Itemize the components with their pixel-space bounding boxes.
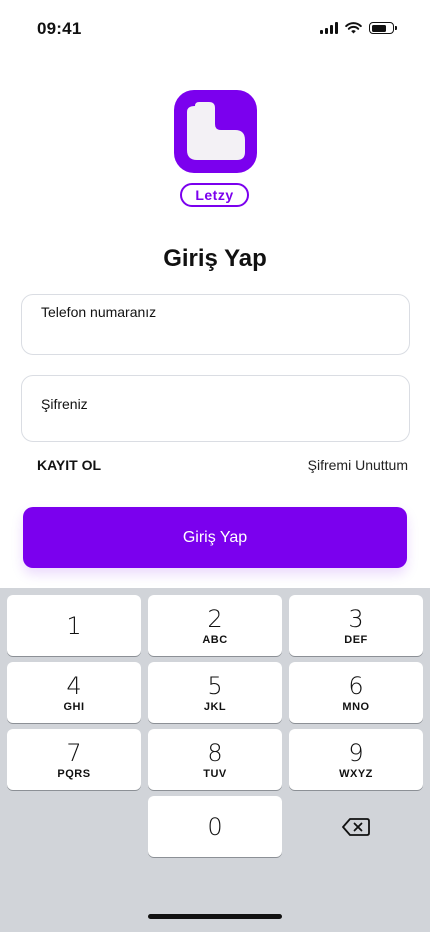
key-9[interactable]: 9 WXYZ [289,729,423,790]
key-letters: GHI [63,700,85,713]
key-digit: 5 [207,671,223,700]
key-letters: TUV [203,767,227,780]
key-letters: JKL [203,700,227,713]
login-button[interactable]: Giriş Yap [23,507,407,568]
key-letters: PQRS [57,767,91,780]
key-digit: 4 [66,671,82,700]
key-digit: 6 [348,671,364,700]
cellular-signal-icon [320,22,338,34]
key-5[interactable]: 5 JKL [148,662,282,723]
key-digit: 7 [66,738,82,767]
key-0[interactable]: 0 [148,796,282,857]
key-digit: 9 [348,738,364,767]
password-input-label: Şifreniz [41,396,88,412]
key-letters: MNO [342,700,370,713]
key-2[interactable]: 2 ABC [148,595,282,656]
key-4[interactable]: 4 GHI [7,662,141,723]
backspace-key[interactable] [289,796,423,857]
logo-glyph-icon [187,102,245,160]
key-1[interactable]: 1 [7,595,141,656]
page-title: Giriş Yap [163,245,267,272]
register-link[interactable]: KAYIT OL [37,457,101,473]
app-logo-icon [174,90,257,173]
numeric-keyboard: 1 2 ABC 3 DEF 4 GHI 5 JKL 6 MNO 7 PQRS 8… [0,588,430,932]
key-letters: DEF [344,633,368,646]
key-digit: 0 [207,812,223,841]
password-input[interactable]: Şifreniz [21,375,410,442]
key-digit: 2 [207,604,223,633]
key-8[interactable]: 8 TUV [148,729,282,790]
key-3[interactable]: 3 DEF [289,595,423,656]
phone-input[interactable]: Telefon numaranız [21,294,410,355]
backspace-icon [342,817,370,836]
key-7[interactable]: 7 PQRS [7,729,141,790]
key-letters: WXYZ [339,767,373,780]
phone-input-label: Telefon numaranız [41,304,157,320]
key-6[interactable]: 6 MNO [289,662,423,723]
home-indicator[interactable] [148,914,282,919]
key-letters: ABC [202,633,228,646]
brand-name: Letzy [180,183,249,207]
auth-links-row: KAYIT OL Şifremi Unuttum [0,457,430,475]
battery-icon [369,22,397,34]
forgot-password-link[interactable]: Şifremi Unuttum [308,457,408,473]
status-bar: 09:41 [0,0,430,60]
wifi-icon [345,22,362,34]
status-icons [320,22,397,34]
status-time: 09:41 [37,19,82,38]
key-digit: 3 [348,604,364,633]
key-digit: 1 [66,611,82,640]
key-digit: 8 [207,738,223,767]
